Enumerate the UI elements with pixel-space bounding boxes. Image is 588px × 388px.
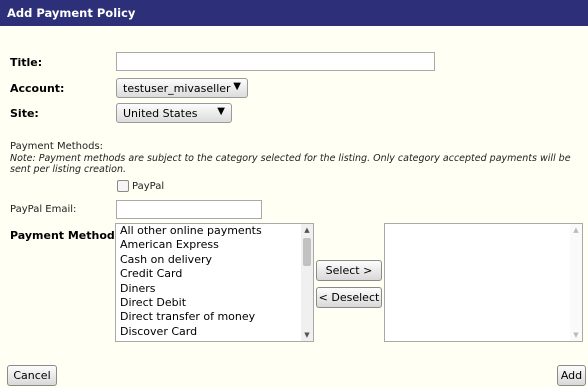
paypal-checkbox-label: PayPal (132, 181, 165, 192)
chevron-down-icon: ▼ (217, 106, 225, 117)
title-label: Title: (10, 56, 43, 69)
available-methods-items: All other online payments American Expres… (116, 224, 313, 339)
cancel-button[interactable]: Cancel (7, 365, 57, 386)
site-label: Site: (10, 107, 39, 120)
available-method-option[interactable]: Cash on delivery (116, 253, 313, 267)
scroll-up-icon[interactable]: ▲ (301, 226, 313, 234)
available-method-option[interactable]: American Express (116, 238, 313, 252)
available-method-option[interactable]: Diners (116, 282, 313, 296)
available-method-option[interactable]: Discover Card (116, 325, 313, 339)
title-input[interactable] (116, 52, 435, 71)
paypal-email-label: PayPal Email: (10, 204, 77, 215)
scroll-down-icon[interactable]: ▼ (570, 331, 582, 339)
add-button[interactable]: Add (557, 365, 586, 386)
dialog-titlebar: Add Payment Policy (0, 0, 588, 26)
select-button[interactable]: Select > (316, 260, 382, 281)
available-method-option[interactable]: All other online payments (116, 224, 313, 238)
selected-methods-list[interactable]: ▲ ▼ (384, 223, 583, 342)
payment-methods-heading: Payment Methods: (10, 141, 104, 152)
selected-methods-scrollbar[interactable]: ▲ ▼ (570, 224, 582, 341)
payment-methods-note: Note: Payment methods are subject to the… (10, 153, 571, 175)
paypal-checkbox[interactable] (117, 180, 129, 192)
deselect-button[interactable]: < Deselect (316, 287, 382, 308)
available-method-option[interactable]: Direct Debit (116, 296, 313, 310)
dialog-title: Add Payment Policy (7, 6, 136, 20)
account-select[interactable]: testuser_mivaseller ▼ (116, 78, 248, 98)
scroll-up-icon[interactable]: ▲ (570, 226, 582, 234)
site-select[interactable]: United States ▼ (116, 103, 232, 123)
payment-methods-label: Payment Methods: (10, 229, 126, 242)
available-methods-scrollbar[interactable]: ▲ ▼ (301, 224, 313, 341)
paypal-email-input[interactable] (116, 200, 262, 219)
chevron-down-icon: ▼ (233, 81, 241, 92)
site-select-value: United States (123, 107, 198, 120)
account-select-value: testuser_mivaseller (123, 82, 231, 95)
available-method-option[interactable]: Direct transfer of money (116, 310, 313, 324)
available-methods-list[interactable]: All other online payments American Expres… (115, 223, 314, 342)
scroll-down-icon[interactable]: ▼ (301, 331, 313, 339)
available-method-option[interactable]: Credit Card (116, 267, 313, 281)
scrollbar-thumb[interactable] (303, 238, 311, 266)
account-label: Account: (10, 82, 65, 95)
